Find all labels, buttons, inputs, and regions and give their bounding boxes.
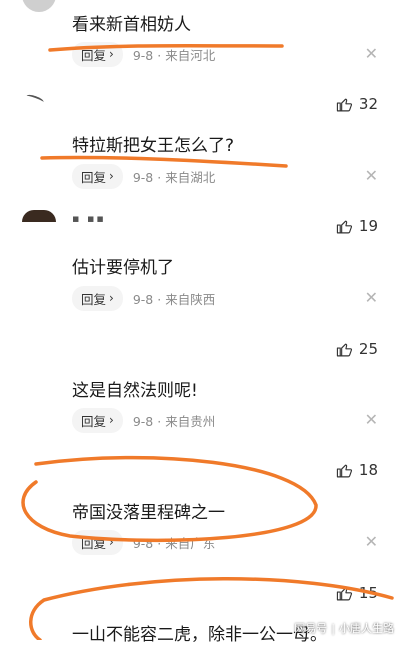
close-icon[interactable]: ✕ [365,288,378,307]
thumbs-up-icon [336,587,352,600]
comment-text: 特拉斯把女王怎么了? [72,136,235,156]
comment-date: 9-8 [132,47,154,63]
comment-meta: 回复 › 9-8 · 来自陕西 [72,285,215,311]
close-icon[interactable]: ✕ [365,410,378,429]
meta-separator: · [157,169,162,185]
reply-label: 回复 [81,169,107,185]
comment-location: 来自广东 [165,535,216,551]
like-count: 32 [358,95,378,113]
like-button[interactable]: 32 [336,95,378,113]
avatar[interactable] [22,0,56,12]
comment-date: 9-8 [132,413,154,429]
meta-separator: · [157,47,162,63]
comment-date: 9-8 [132,535,154,551]
like-button[interactable]: 18 [336,461,378,479]
comment-text: 这是自然法则呢! [72,381,198,401]
avatar[interactable] [22,88,56,122]
comment-text: 估计要停机了 [72,258,174,278]
meta-info: 9-8 · 来自广东 [133,533,215,552]
thumbs-up-icon [336,98,352,111]
avatar[interactable] [22,210,56,222]
watermark-separator: | [331,621,335,635]
like-button[interactable]: 25 [336,340,378,358]
meta-separator: · [157,535,162,551]
comment-text: 一山不能容二虎，除非一公一母。 [72,625,327,645]
like-count: 19 [358,217,378,235]
chevron-right-icon: › [109,413,114,427]
like-button[interactable]: 19 [336,217,378,235]
comment-date: 9-8 [132,169,154,185]
chevron-right-icon: › [109,291,114,305]
thumbs-up-icon [336,464,352,477]
like-count: 18 [358,461,378,479]
comment-meta: 回复 › 9-8 · 来自贵州 [72,407,215,433]
reply-label: 回复 [81,47,107,63]
watermark-source: 网易号 [294,622,328,635]
thumbs-up-icon [336,343,352,356]
comment-location: 来自贵州 [165,413,216,429]
reply-button[interactable]: 回复 › [72,285,123,311]
meta-info: 9-8 · 来自湖北 [133,167,215,186]
reply-label: 回复 [81,291,107,307]
username-blurred: ▪ ▪▪ [72,212,106,225]
comment-text: 帝国没落里程碑之一 [72,503,225,523]
comment-meta: 回复 › 9-8 · 来自广东 [72,529,215,555]
like-count: 25 [358,340,378,358]
comment-location: 来自湖北 [165,169,216,185]
chevron-right-icon: › [109,47,114,61]
comment-date: 9-8 [132,291,154,307]
comment-location: 来自陕西 [165,291,216,307]
watermark: 网易号 | 小唐人生路 [294,620,394,636]
meta-separator: · [157,413,162,429]
close-icon[interactable]: ✕ [365,166,378,185]
comment-text: 看来新首相妨人 [72,15,191,35]
comment-meta: 回复 › 9-8 · 来自湖北 [72,163,215,189]
chevron-right-icon: › [109,169,114,183]
close-icon[interactable]: ✕ [365,532,378,551]
watermark-account: 小唐人生路 [339,622,394,635]
reply-button[interactable]: 回复 › [72,407,123,433]
like-button[interactable]: 15 [336,584,378,602]
comment-meta: 回复 › 9-8 · 来自河北 [72,41,215,67]
chevron-right-icon: › [109,535,114,549]
reply-button[interactable]: 回复 › [72,529,123,555]
meta-separator: · [157,291,162,307]
meta-info: 9-8 · 来自河北 [133,45,215,64]
close-icon[interactable]: ✕ [365,44,378,63]
thumbs-up-icon [336,220,352,233]
reply-button[interactable]: 回复 › [72,41,123,67]
meta-info: 9-8 · 来自陕西 [133,289,215,308]
reply-label: 回复 [81,535,107,551]
meta-info: 9-8 · 来自贵州 [133,411,215,430]
comment-location: 来自河北 [165,47,216,63]
reply-button[interactable]: 回复 › [72,163,123,189]
reply-label: 回复 [81,413,107,429]
like-count: 15 [358,584,378,602]
